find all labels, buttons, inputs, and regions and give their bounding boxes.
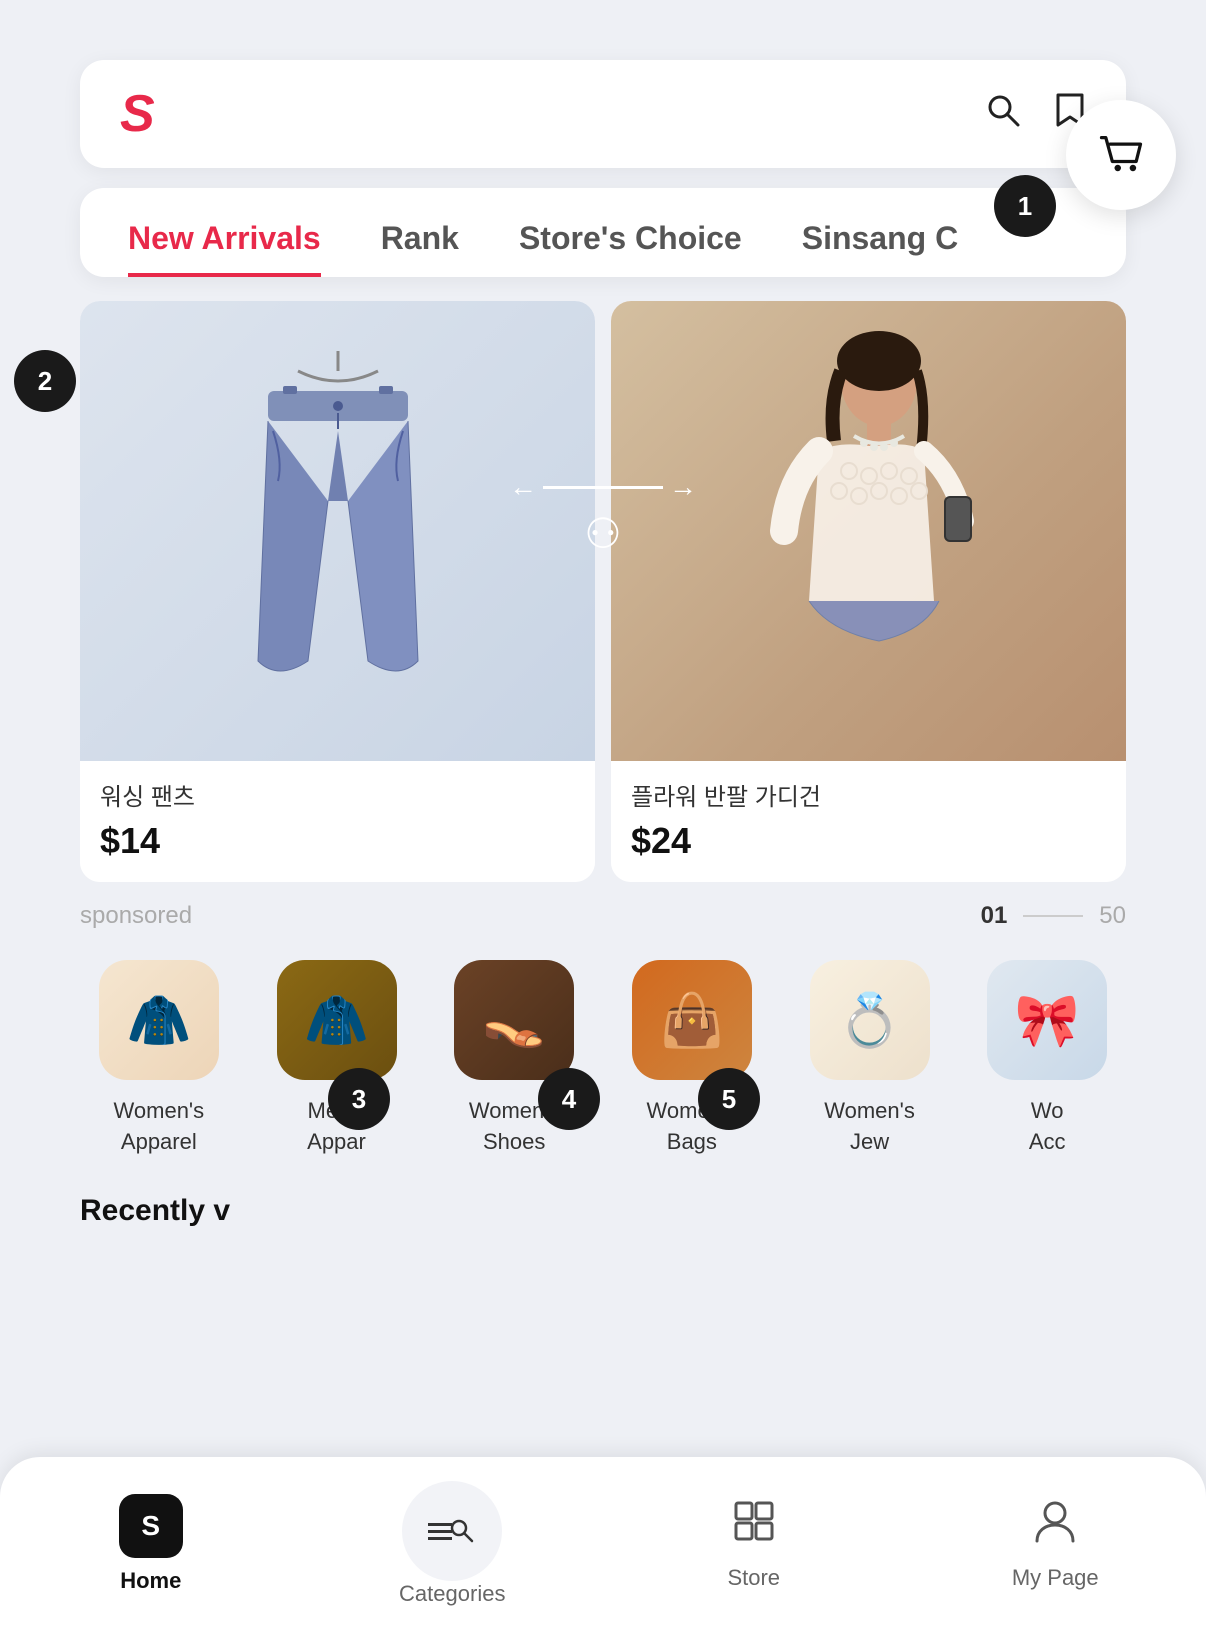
product-card-jeans[interactable]: 워싱 팬츠 $14 [80,301,595,882]
bottom-nav: S Home Categories [0,1457,1206,1635]
person-icon: ⚇ [584,509,622,558]
page-total: 50 [1099,902,1126,930]
badge-5: 5 [698,1068,760,1130]
tab-rank[interactable]: Rank [381,220,459,277]
nav-categories[interactable]: Categories [302,1481,604,1607]
product-card-jacket[interactable]: 플라워 반팔 가디건 $24 [611,301,1126,882]
category-women-apparel[interactable]: 🧥 Women'sApparel [80,960,238,1158]
tabs-bar: New Arrivals Rank Store's Choice Sinsang… [80,188,1126,277]
tab-new-arrivals[interactable]: New Arrivals [128,220,321,277]
swap-arrows: ← → [509,471,697,503]
category-icon-women-jewelry: 💍 [810,960,930,1080]
nav-home[interactable]: S Home [0,1494,302,1594]
product-price-jeans: $14 [100,820,575,862]
badge-1: 1 [994,175,1056,237]
product-name-jacket: 플라워 반팔 가디건 [631,777,1106,812]
sponsored-label: sponsored [80,902,192,930]
category-label-women-jewelry: Women'sJew [824,1096,915,1158]
nav-store[interactable]: Store [603,1497,905,1591]
nav-mypage-label: My Page [1012,1565,1099,1591]
category-icon-women-apparel: 🧥 [99,960,219,1080]
product-info-jacket: 플라워 반팔 가디건 $24 [611,761,1126,882]
home-icon-bg: S [119,1494,183,1558]
categories-row: 🧥 Women'sApparel 🧥 Men'sAppar 👡 Women'sS… [80,960,1126,1158]
swap-overlay: ← → ⚇ [509,471,697,558]
badge-3: 3 [328,1068,390,1130]
store-icon [730,1497,778,1555]
header: S [80,60,1126,168]
category-women-bags[interactable]: 👜 Women'sBags [613,960,771,1158]
page-dash [1023,915,1083,917]
category-women-acc[interactable]: 🎀 WoAcc [968,960,1126,1158]
product-info-jeans: 워싱 팬츠 $14 [80,761,595,882]
tab-sinsang-c[interactable]: Sinsang C [802,220,958,277]
mypage-icon [1031,1497,1079,1555]
products-area: 워싱 팬츠 $14 [80,301,1126,882]
category-label-women-acc: WoAcc [1029,1096,1066,1158]
recently-title: Recently v [80,1194,1126,1228]
tabs-list: New Arrivals Rank Store's Choice Sinsang… [128,220,1078,277]
category-women-jewelry[interactable]: 💍 Women'sJew [791,960,949,1158]
nav-store-label: Store [727,1565,780,1591]
category-icon-women-shoes: 👡 [454,960,574,1080]
page-current: 01 [981,902,1008,930]
nav-mypage[interactable]: My Page [905,1497,1206,1591]
category-icon-men-apparel: 🧥 [277,960,397,1080]
badge-4: 4 [538,1068,600,1130]
product-price-jacket: $24 [631,820,1106,862]
categories-circle [402,1481,502,1581]
home-icon: S [141,1510,160,1542]
cart-button[interactable] [1066,100,1176,210]
nav-categories-label: Categories [399,1581,505,1607]
app-logo: S [120,88,155,140]
recently-section: Recently v [80,1194,1126,1228]
sponsored-row: sponsored 01 50 [80,902,1126,930]
nav-home-label: Home [120,1568,181,1594]
product-name-jeans: 워싱 팬츠 [100,777,575,812]
tab-stores-choice[interactable]: Store's Choice [519,220,742,277]
badge-2: 2 [14,350,76,412]
category-label-women-apparel: Women'sApparel [114,1096,205,1158]
category-icon-women-bags: 👜 [632,960,752,1080]
categories-icon [428,1517,476,1545]
category-icon-women-acc: 🎀 [987,960,1107,1080]
pagination: 01 50 [981,902,1126,930]
search-icon[interactable] [984,91,1022,138]
products-wrapper: 워싱 팬츠 $14 [0,301,1206,882]
category-men-apparel[interactable]: 🧥 Men'sAppar [258,960,416,1158]
